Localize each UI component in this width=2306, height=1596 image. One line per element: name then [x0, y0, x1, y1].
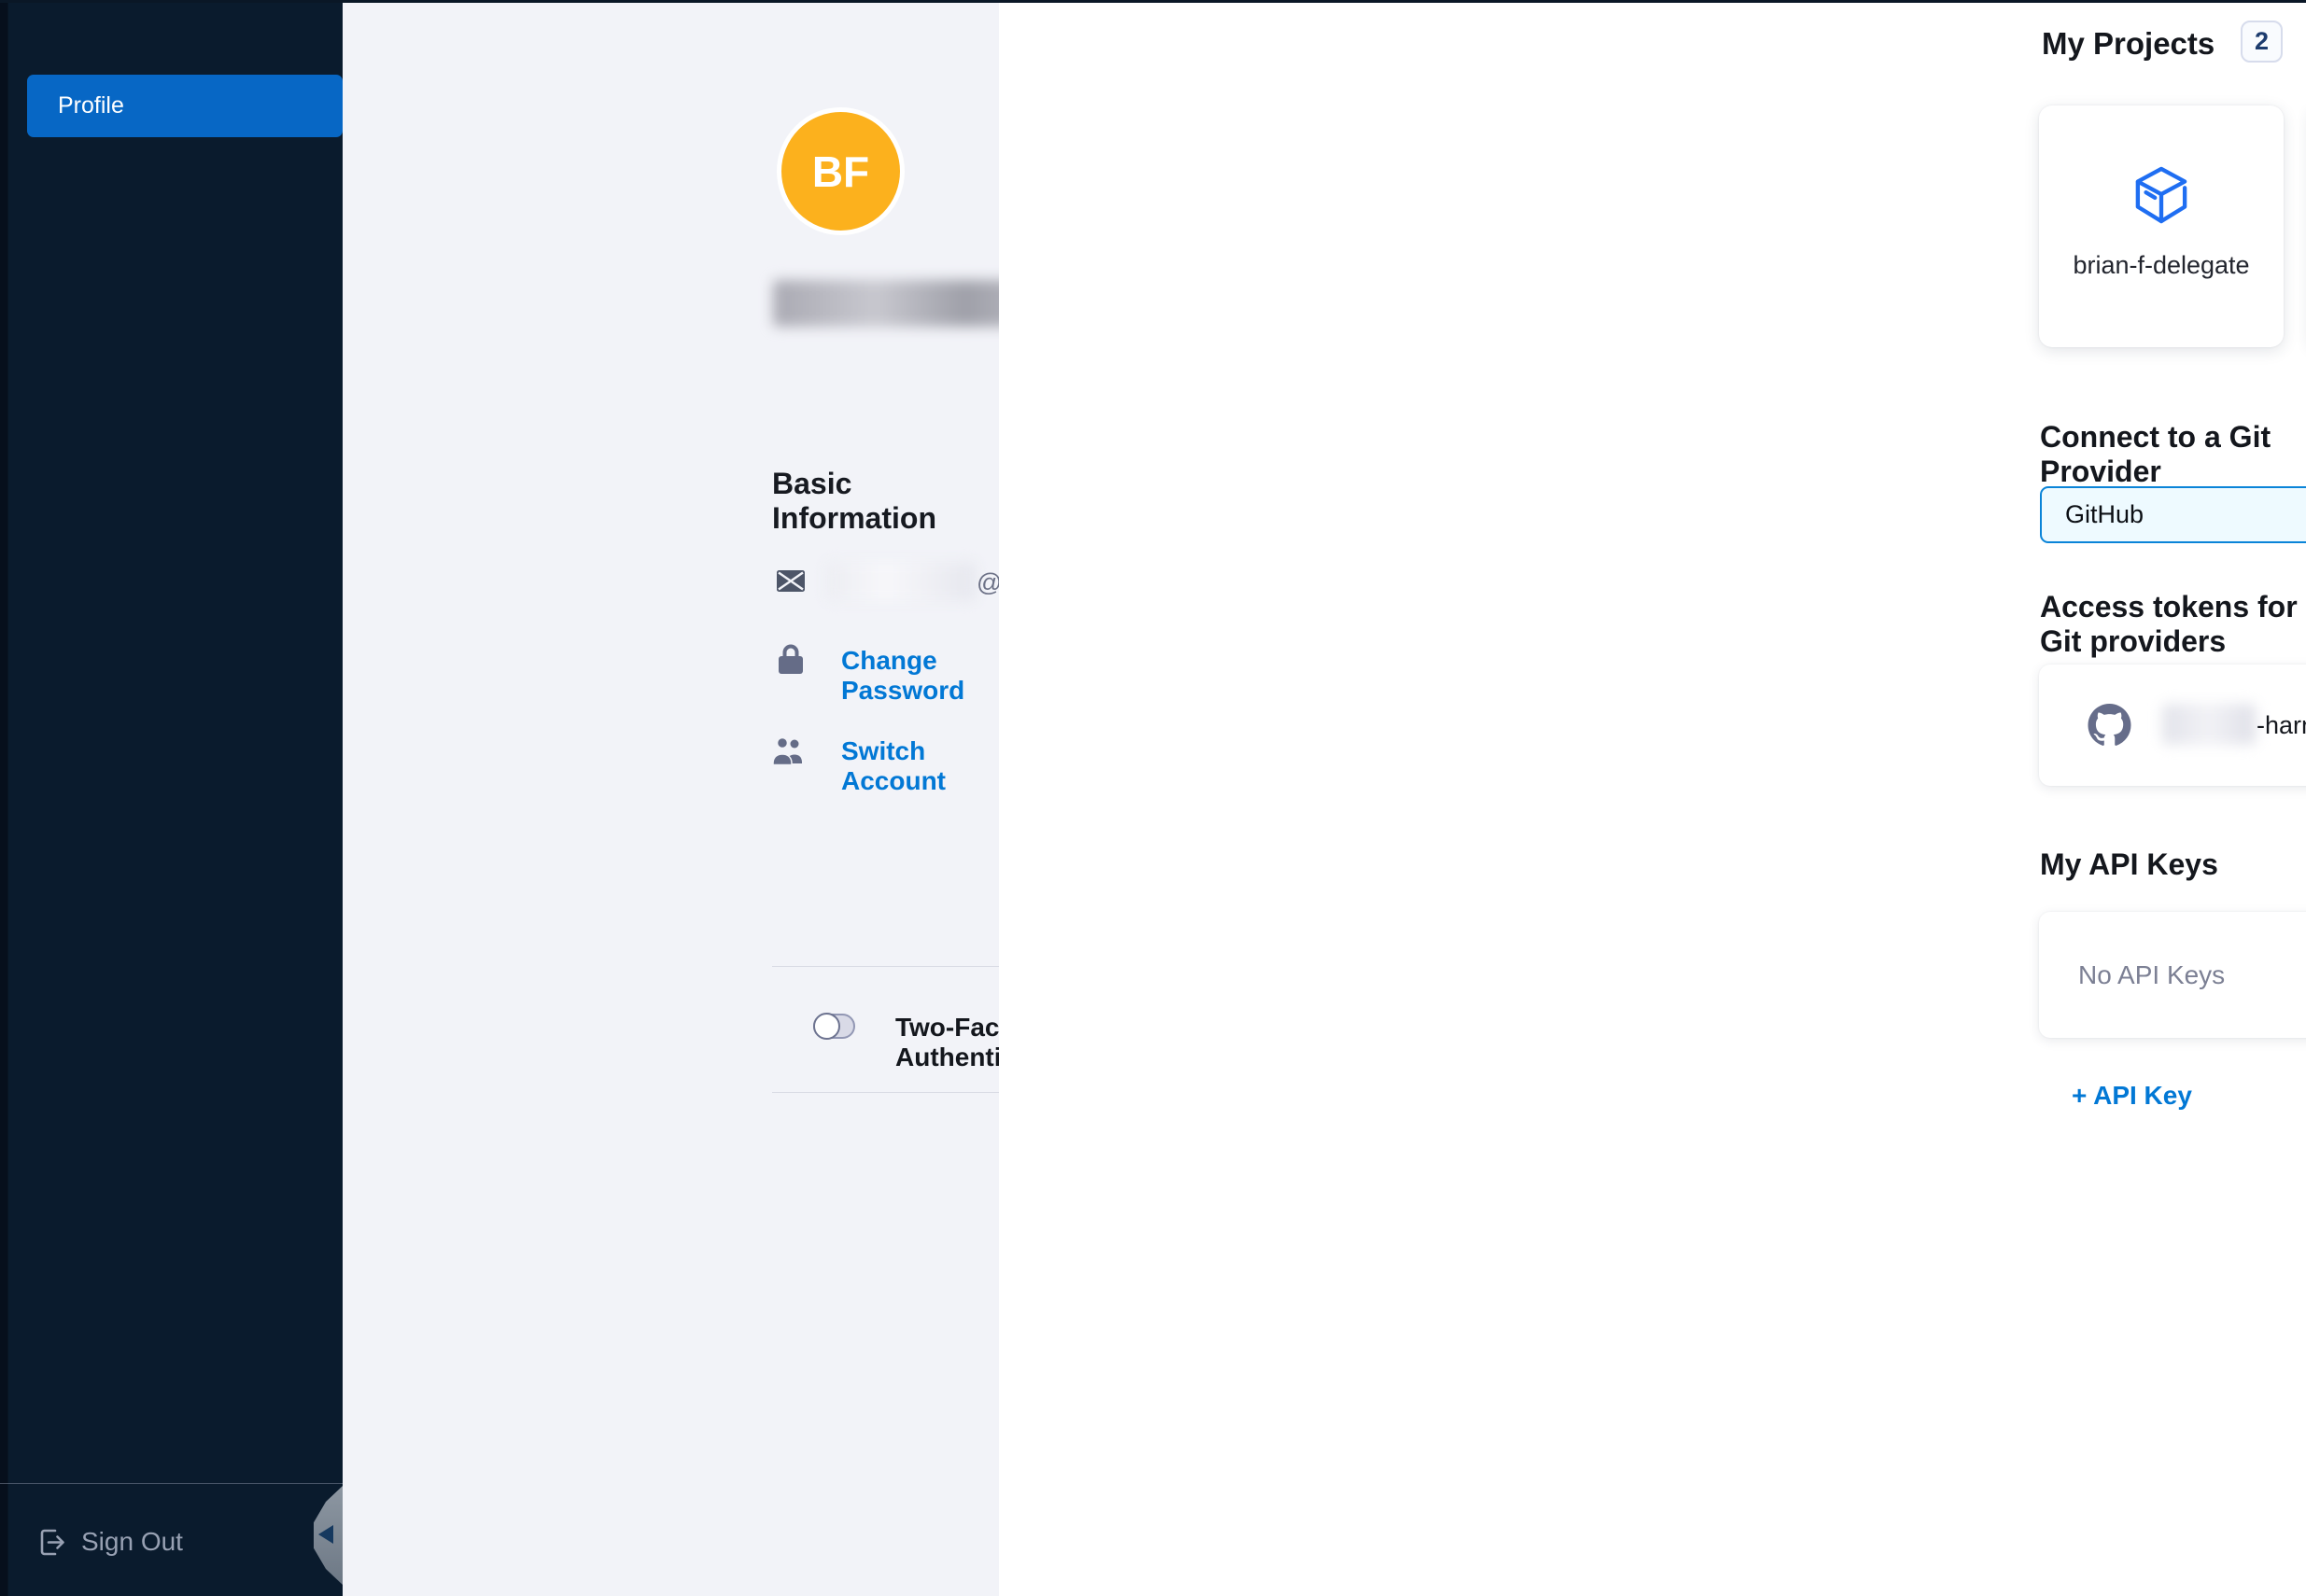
- harness-profile-page: BF Basic Information @harness.io Change …: [0, 0, 2306, 1596]
- redacted-token-username: [2162, 704, 2256, 745]
- main-panel: My Projects 2 brian-f-delegate delegateA…: [999, 0, 2306, 1596]
- add-api-key-button[interactable]: + API Key: [2072, 1081, 2192, 1111]
- api-keys-empty-card: No API Keys: [2039, 912, 2306, 1038]
- project-name: brian-f-delegate: [2073, 251, 2249, 280]
- project-cube-icon: [2134, 163, 2188, 227]
- avatar-initials: BF: [812, 147, 869, 197]
- switch-account-link[interactable]: Switch Account: [841, 736, 999, 796]
- sign-out-button[interactable]: Sign Out: [36, 1521, 183, 1562]
- lock-icon: [778, 643, 804, 676]
- collapse-arrow-icon: [318, 1525, 333, 1544]
- avatar: BF: [777, 107, 905, 235]
- sign-out-icon: [36, 1527, 65, 1558]
- token-row: -harness GitHub: [2039, 665, 2306, 786]
- email-icon: [777, 570, 805, 593]
- my-projects-title: My Projects: [2042, 26, 2215, 62]
- sidebar-item-profile[interactable]: Profile: [27, 75, 343, 137]
- toggle-knob: [813, 1013, 840, 1040]
- api-keys-title: My API Keys: [2040, 847, 2218, 882]
- two-factor-toggle[interactable]: [813, 1014, 855, 1039]
- redacted-email-local-part: [826, 562, 976, 601]
- switch-account-icon: [772, 735, 808, 766]
- project-card[interactable]: brian-f-delegate: [2039, 105, 2284, 347]
- git-provider-select[interactable]: GitHub: [2040, 486, 2306, 543]
- projects-count-badge: 2: [2241, 21, 2283, 63]
- token-username-suffix: -harness: [2257, 711, 2306, 740]
- change-password-link[interactable]: Change Password: [841, 646, 999, 706]
- sidebar: Profile Sign Out: [0, 0, 343, 1596]
- api-keys-empty-text: No API Keys: [2078, 960, 2225, 990]
- basic-information-title: Basic Information: [772, 467, 999, 536]
- github-icon: [2088, 704, 2131, 747]
- window-top-edge: [0, 0, 2306, 3]
- profile-panel: BF Basic Information @harness.io Change …: [343, 0, 999, 1596]
- sign-out-label: Sign Out: [81, 1527, 183, 1557]
- git-provider-title: Connect to a Git Provider: [2040, 420, 2306, 489]
- sidebar-divider: [0, 1483, 343, 1484]
- access-tokens-title: Access tokens for Git providers: [2040, 590, 2306, 659]
- projects-count: 2: [2255, 27, 2269, 56]
- git-provider-value: GitHub: [2065, 500, 2306, 529]
